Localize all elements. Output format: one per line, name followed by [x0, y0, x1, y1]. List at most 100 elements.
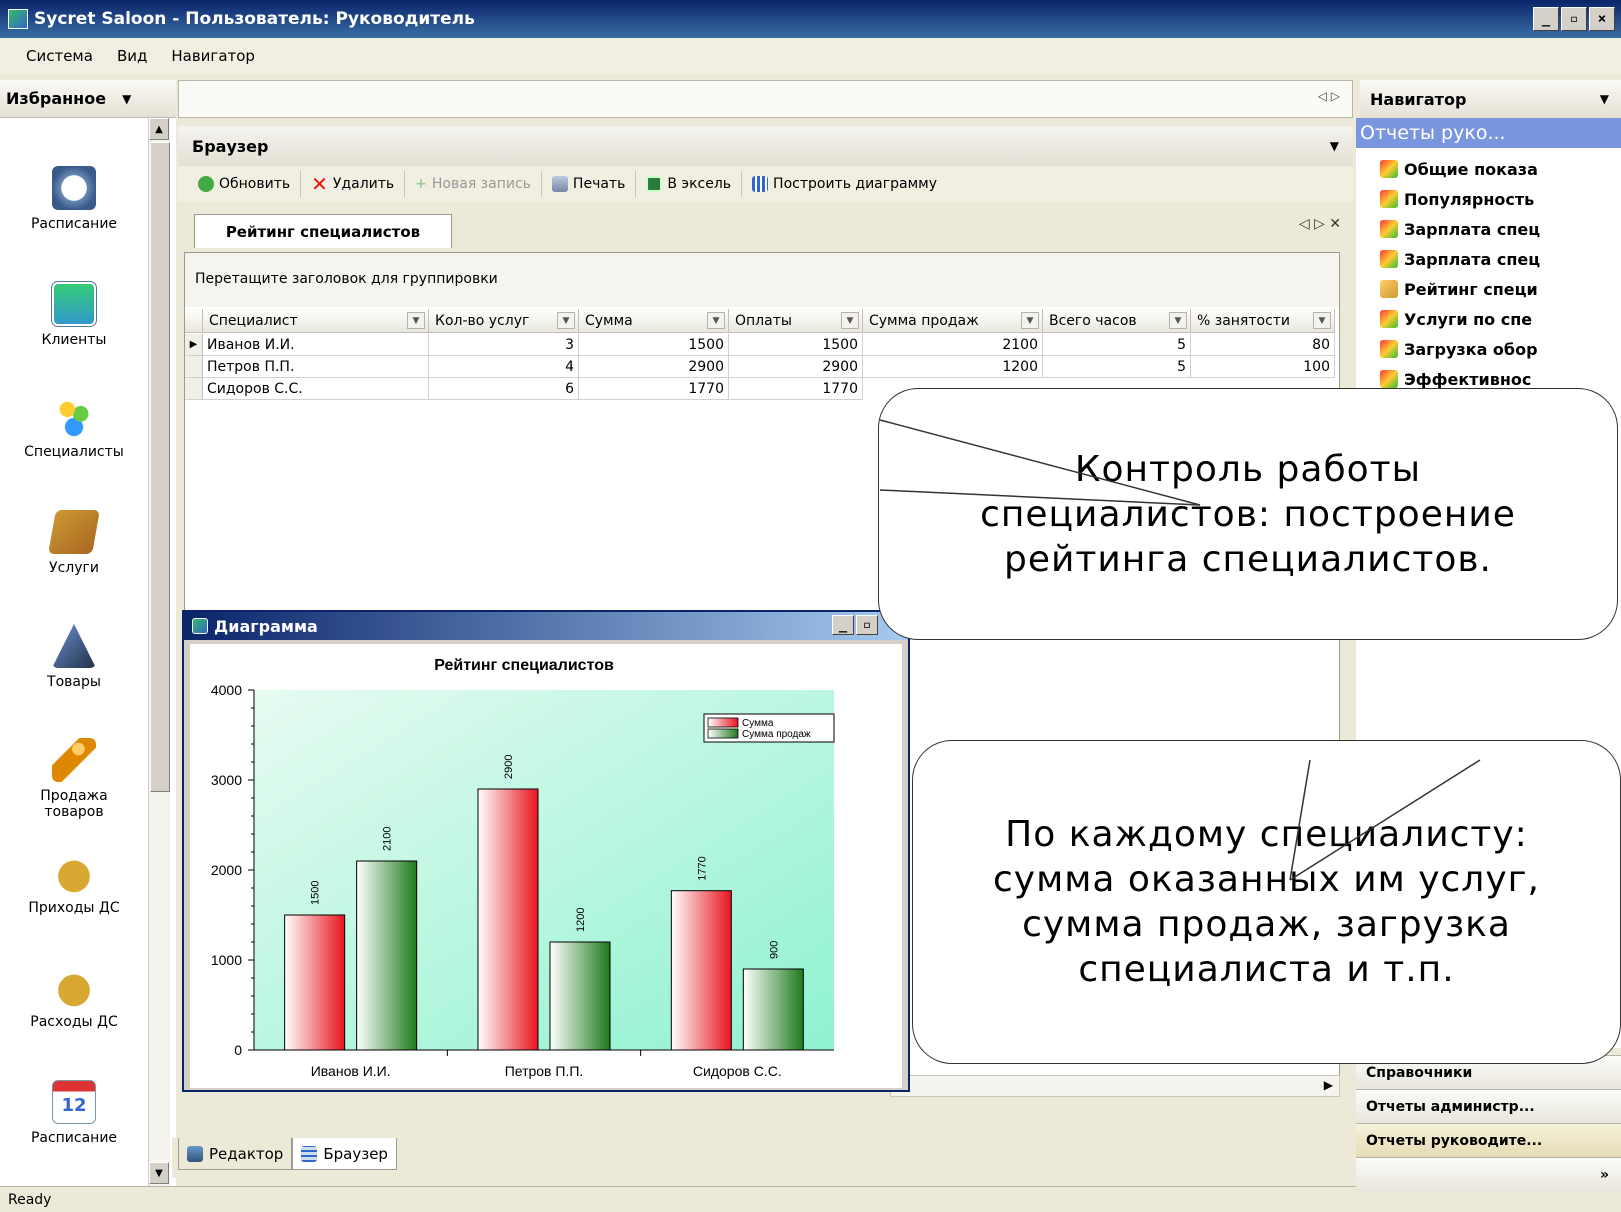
table-cell[interactable]: 6 — [429, 378, 579, 400]
menu-navigator[interactable]: Навигатор — [159, 47, 267, 65]
window-title: Sycret Saloon - Пользователь: Руководите… — [34, 9, 475, 29]
tab-browser[interactable]: Браузер — [292, 1138, 397, 1170]
scroll-right-icon[interactable]: ▶ — [1324, 1078, 1333, 1092]
print-button[interactable]: Печать — [542, 171, 637, 197]
nav-item[interactable]: Загрузка обор — [1380, 334, 1538, 364]
nav-section-admin-reports[interactable]: Отчеты администр... — [1356, 1089, 1621, 1123]
table-cell[interactable]: 2900 — [579, 356, 729, 378]
group-by-area[interactable]: Перетащите заголовок для группировки — [185, 253, 1339, 307]
table-cell[interactable]: 100 — [1191, 356, 1335, 378]
row-header-corner — [185, 309, 203, 333]
chart-maximize-button[interactable]: ▫ — [856, 615, 878, 635]
table-cell[interactable]: Петров П.П. — [203, 356, 429, 378]
nav-section-manager-reports[interactable]: Отчеты руководите... — [1356, 1123, 1621, 1157]
chevron-down-icon[interactable]: ▼ — [122, 92, 131, 106]
table-cell[interactable]: 1770 — [579, 378, 729, 400]
nav-item[interactable]: Рейтинг специ — [1380, 274, 1538, 304]
fav-services[interactable]: Услуги — [0, 510, 148, 576]
scroll-up-button[interactable]: ▲ — [149, 118, 169, 140]
filter-dropdown-icon[interactable]: ▼ — [841, 312, 859, 329]
data-label: 900 — [768, 941, 780, 959]
excel-button[interactable]: В эксель — [636, 171, 743, 197]
tab-rating[interactable]: Рейтинг специалистов — [194, 214, 452, 248]
table-cell[interactable]: 2100 — [863, 334, 1043, 356]
navigator-header[interactable]: Навигатор ▼ — [1360, 80, 1621, 118]
table-cell[interactable]: 1200 — [863, 356, 1043, 378]
col-payments[interactable]: Оплаты ▼ — [729, 309, 863, 333]
row-indicator[interactable] — [185, 356, 203, 378]
maximize-button[interactable]: ▫ — [1561, 7, 1587, 31]
table-cell[interactable]: 3 — [429, 334, 579, 356]
chart-minimize-button[interactable]: _ — [832, 615, 854, 635]
nav-item[interactable]: Общие показа — [1380, 154, 1538, 184]
nav-item[interactable]: Зарплата спец — [1380, 244, 1540, 274]
table-cell[interactable]: 5 — [1043, 356, 1191, 378]
plus-icon: + — [415, 176, 427, 192]
y-tick-label: 1000 — [211, 952, 242, 968]
nav-item[interactable]: Популярность — [1380, 184, 1534, 214]
table-cell[interactable]: Иванов И.И. — [203, 334, 429, 356]
col-occupancy[interactable]: % занятости ▼ — [1191, 309, 1335, 333]
build-chart-label: Построить диаграмму — [773, 176, 937, 192]
nav-item[interactable]: Услуги по спе — [1380, 304, 1532, 334]
new-record-button[interactable]: + Новая запись — [405, 171, 542, 197]
runner-icon — [52, 738, 96, 782]
x-tick-label: Иванов И.И. — [311, 1063, 391, 1079]
col-label: Кол-во услуг — [435, 312, 530, 329]
table-cell[interactable]: 1500 — [579, 334, 729, 356]
fav-schedule-2[interactable]: 12 Расписание — [0, 1080, 148, 1146]
col-sum[interactable]: Сумма ▼ — [579, 309, 729, 333]
scroll-down-button[interactable]: ▼ — [149, 1162, 169, 1184]
fav-clients[interactable]: Клиенты — [0, 281, 148, 348]
fav-income[interactable]: Приходы ДС — [0, 850, 148, 916]
row-indicator[interactable]: ▶ — [185, 334, 203, 356]
refresh-button[interactable]: Обновить — [188, 171, 302, 197]
col-hours[interactable]: Всего часов ▼ — [1043, 309, 1191, 333]
row-indicator[interactable] — [185, 378, 203, 400]
filter-dropdown-icon[interactable]: ▼ — [707, 312, 725, 329]
col-specialist[interactable]: Специалист ▼ — [203, 309, 429, 333]
table-cell[interactable]: 1770 — [729, 378, 863, 400]
filter-dropdown-icon[interactable]: ▼ — [557, 312, 575, 329]
legend-label: Сумма — [742, 718, 774, 729]
fav-specialists[interactable]: Специалисты — [0, 394, 148, 460]
build-chart-button[interactable]: Построить диаграмму — [742, 171, 947, 197]
menu-view[interactable]: Вид — [105, 47, 159, 65]
scroll-thumb[interactable] — [150, 142, 170, 792]
fav-schedule[interactable]: Расписание — [0, 166, 148, 232]
col-sales[interactable]: Сумма продаж ▼ — [863, 309, 1043, 333]
filter-dropdown-icon[interactable]: ▼ — [1313, 312, 1331, 329]
filter-dropdown-icon[interactable]: ▼ — [407, 312, 425, 329]
delete-button[interactable]: ✕ Удалить — [301, 171, 406, 197]
col-count[interactable]: Кол-во услуг ▼ — [429, 309, 579, 333]
nav-item[interactable]: Зарплата спец — [1380, 214, 1540, 244]
navigator-group-title: Отчеты руко... — [1356, 118, 1621, 148]
tab-editor[interactable]: Редактор — [178, 1138, 293, 1170]
fav-goods-sale[interactable]: Продажа товаров — [0, 738, 148, 820]
favorites-scrollbar[interactable]: ▲ ▼ — [148, 118, 170, 1198]
table-cell[interactable]: 1500 — [729, 334, 863, 356]
menu-system[interactable]: Система — [14, 47, 105, 65]
nav-overflow-button[interactable]: » — [1356, 1157, 1621, 1191]
close-button[interactable]: × — [1589, 7, 1615, 31]
minimize-button[interactable]: _ — [1533, 7, 1559, 31]
filter-dropdown-icon[interactable]: ▼ — [1169, 312, 1187, 329]
table-cell[interactable]: 4 — [429, 356, 579, 378]
print-icon — [551, 176, 568, 192]
table-cell[interactable]: 80 — [1191, 334, 1335, 356]
chevron-double-down-icon[interactable]: » — [1600, 1167, 1609, 1183]
excel-icon — [646, 176, 663, 192]
grid-horizontal-scrollbar[interactable]: ▶ — [890, 1075, 1340, 1097]
filter-dropdown-icon[interactable]: ▼ — [1021, 312, 1039, 329]
chevron-down-icon[interactable]: ▼ — [1330, 139, 1339, 153]
tab-scroll-arrows[interactable]: ◁ ▷ — [1318, 89, 1340, 103]
tab-nav-close-icon[interactable]: ◁ ▷ ✕ — [1299, 216, 1341, 232]
favorites-header[interactable]: Избранное ▼ — [0, 80, 176, 118]
table-cell[interactable]: 2900 — [729, 356, 863, 378]
fav-goods[interactable]: Товары — [0, 624, 148, 690]
fav-expenses[interactable]: Расходы ДС — [0, 964, 148, 1030]
table-cell[interactable]: Сидоров С.С. — [203, 378, 429, 400]
table-cell[interactable]: 5 — [1043, 334, 1191, 356]
chevron-down-icon[interactable]: ▼ — [1600, 92, 1609, 106]
chart-window-titlebar[interactable]: Диаграмма _ ▫ — [184, 612, 908, 640]
